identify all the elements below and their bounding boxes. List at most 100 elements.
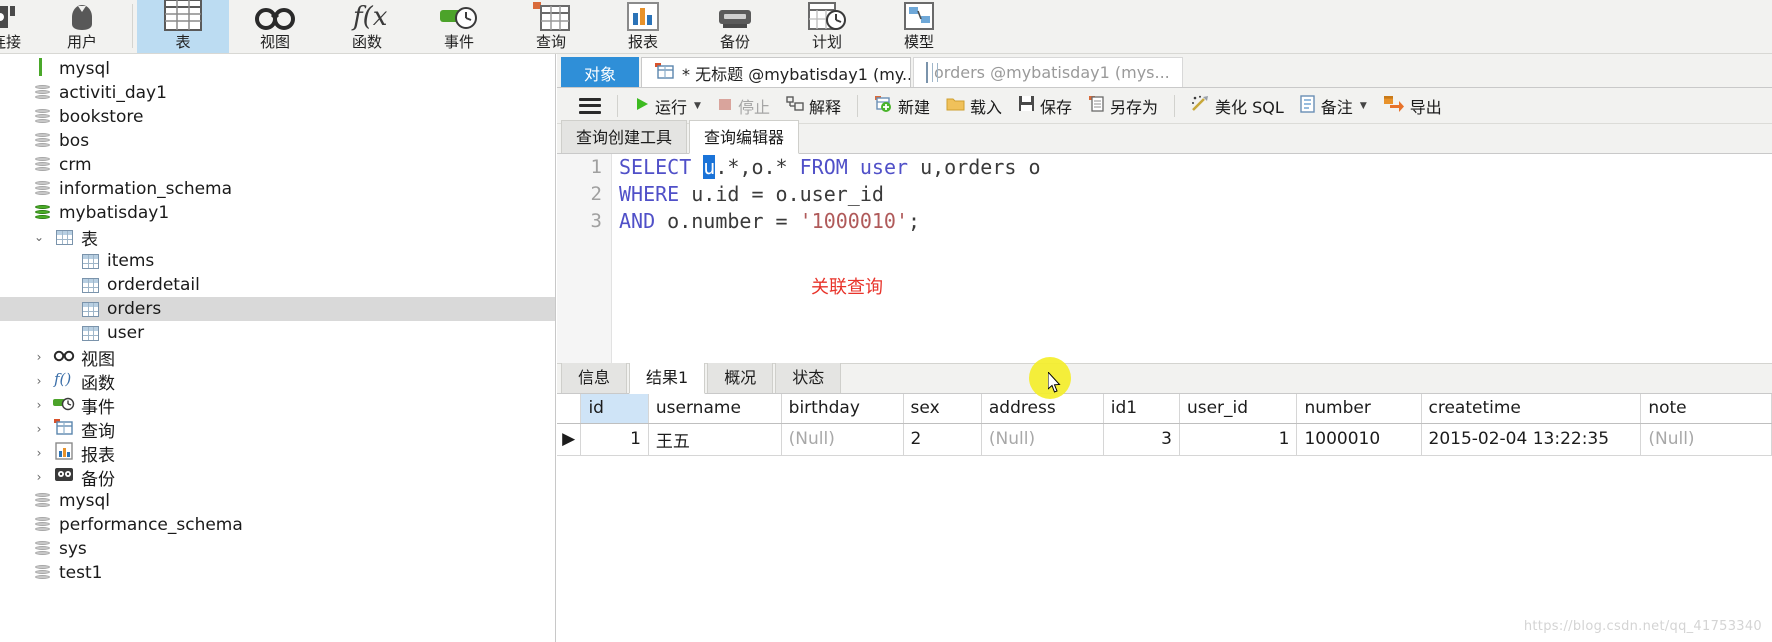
table-row[interactable]: ▶ 1 王五 (Null) 2 (Null) 3 1 1000010 2015-02-04 13:… [557,423,1772,456]
document-tab-strip[interactable]: 对象 * 无标题 @mybatisday1 (my... orders @mybat… [557,54,1772,88]
save-as-button[interactable]: 另存为 [1080,91,1166,121]
chevron-down-icon[interactable]: ▼ [1360,101,1367,111]
result-tab-2[interactable]: 结果1 [629,360,706,394]
run-button[interactable]: 运行 ▼ [626,91,709,121]
chevron-right-icon[interactable]: › [26,422,52,436]
ribbon-button-report[interactable]: 报表 [597,0,689,53]
document-tab-1[interactable]: 对象 [561,57,640,87]
chevron-right-icon[interactable]: › [26,470,52,484]
column-header-address[interactable]: address [981,394,1104,424]
note-button[interactable]: 备注 ▼ [1292,91,1375,121]
cell-id[interactable]: 1 [580,423,649,456]
document-tab-3[interactable]: orders @mybatisday1 (mys... [913,57,1183,87]
ribbon-button-backup[interactable]: 备份 [689,0,781,53]
chevron-right-icon[interactable]: › [26,350,52,364]
save-button[interactable]: 保存 [1010,91,1080,121]
cell-user_id[interactable]: 1 [1179,423,1298,456]
tree-node-test1[interactable]: test1 [0,561,555,585]
tree-node-information_schema[interactable]: information_schema [0,177,555,201]
chevron-right-icon[interactable]: › [26,398,52,412]
sql-editor[interactable]: 123 SELECT u.*,o.* FROM user u,orders oW… [557,154,1772,363]
code-line[interactable]: WHERE u.id = o.user_id [619,181,1772,208]
query-mode-tabs[interactable]: 查询创建工具 查询编辑器 [557,120,1772,154]
cell-number[interactable]: 1000010 [1296,423,1422,456]
new-button[interactable]: 新建 [866,91,938,121]
result-tab-3[interactable]: 概况 [707,360,774,393]
column-header-sex[interactable]: sex [903,394,982,424]
column-header-id1[interactable]: id1 [1103,394,1180,424]
column-header-number[interactable]: number [1296,394,1422,424]
ribbon-button-schedule[interactable]: 计划 [781,0,873,53]
column-header-id[interactable]: id [580,394,649,424]
ribbon-label: 报表 [627,33,658,51]
cell-address[interactable]: (Null) [981,423,1104,456]
tree-node-[interactable]: › 报表 [0,441,555,466]
tree-node-mysql[interactable]: mysql [0,489,555,513]
ribbon-button-view[interactable]: 视图 [229,0,321,53]
ribbon-button-user[interactable]: 用户 [36,0,128,53]
export-button[interactable]: 导出 [1375,91,1450,121]
tree-node-orders[interactable]: orders [0,297,555,321]
cell-note[interactable]: (Null) [1640,423,1772,456]
result-tab-4[interactable]: 状态 [775,360,842,393]
tree-node-[interactable]: › 视图 [0,345,555,370]
tree-node-user[interactable]: user [0,321,555,345]
sql-code-area[interactable]: SELECT u.*,o.* FROM user u,orders o WHERE… [619,154,1772,363]
tree-node-activiti_day1[interactable]: activiti_day1 [0,81,555,105]
tree-node-[interactable]: › 查询 [0,417,555,442]
column-header-birthday[interactable]: birthday [781,394,904,424]
column-header-user_id[interactable]: user_id [1179,394,1298,424]
column-header-note[interactable]: note [1640,394,1772,424]
tree-node-bookstore[interactable]: bookstore [0,105,555,129]
explain-button[interactable]: 解释 [778,91,849,121]
tree-node-orderdetail[interactable]: orderdetail [0,273,555,297]
cell-id1[interactable]: 3 [1103,423,1180,456]
column-header-username[interactable]: username [648,394,782,424]
result-tab-strip[interactable]: 信息 结果1 概况 状态 [557,360,1772,394]
tree-node-label: 报表 [81,445,115,466]
database-icon [34,132,50,150]
ribbon-button-table[interactable]: 表 [137,0,229,53]
document-tab-2[interactable]: * 无标题 @mybatisday1 (my... [641,57,912,87]
chevron-right-icon[interactable]: › [26,446,52,460]
tree-node-mybatisday1[interactable]: mybatisday1 [0,201,555,225]
tree-node-mysql[interactable]: mysql [0,57,555,81]
query-tab-1[interactable]: 查询创建工具 [561,120,688,153]
database-icon [30,516,54,534]
result-tab-1[interactable]: 信息 [561,360,628,393]
ribbon-button-event[interactable]: 事件 [413,0,505,53]
column-header-createtime[interactable]: createtime [1421,394,1642,424]
tree-node-bos[interactable]: bos [0,129,555,153]
query-toolbar[interactable]: 运行 ▼ 停止 解释 新建 载入 保存 另存为 美化 SQL 备注 ▼ 导出 [557,88,1772,124]
ribbon-button-query[interactable]: 查询 [505,0,597,53]
table-header-row: id username birthday sex address id1 user_id nu… [557,394,1772,424]
hamburger-menu-button[interactable] [571,91,609,121]
cell-birthday[interactable]: (Null) [781,423,904,456]
ribbon-button-connection[interactable]: 连接 [0,0,36,53]
ribbon-button-model[interactable]: 模型 [873,0,965,53]
tree-node-[interactable]: ⌄ 表 [0,225,555,250]
query-tab-2[interactable]: 查询编辑器 [689,120,800,154]
cell-createtime[interactable]: 2015-02-04 13:22:35 [1421,423,1642,456]
tree-node-[interactable]: › f() 函数 [0,369,555,394]
load-button[interactable]: 载入 [938,91,1010,121]
tree-node-items[interactable]: items [0,249,555,273]
tree-node-sys[interactable]: sys [0,537,555,561]
new-icon [874,95,893,116]
cell-username[interactable]: 王五 [648,423,782,456]
ribbon-button-function[interactable]: f(x) 函数 [321,0,413,53]
result-grid[interactable]: id username birthday sex address id1 user_id nu… [557,393,1772,456]
chevron-down-icon[interactable]: ⌄ [26,230,52,244]
tree-node-performance_schema[interactable]: performance_schema [0,513,555,537]
code-line[interactable]: AND o.number = '1000010'; [619,208,1772,235]
chevron-right-icon[interactable]: › [26,374,52,388]
tree-node-crm[interactable]: crm [0,153,555,177]
tree-node-[interactable]: › 备份 [0,465,555,490]
code-line[interactable]: SELECT u.*,o.* FROM user u,orders o [619,154,1772,181]
chevron-down-icon[interactable]: ▼ [694,101,701,111]
database-tree-sidebar[interactable]: mysql activiti_day1 bookstore bos crm informa… [0,54,556,642]
beautify-sql-button[interactable]: 美化 SQL [1183,91,1292,121]
tree-node-[interactable]: › 事件 [0,393,555,418]
stop-button[interactable]: 停止 [709,91,778,121]
cell-sex[interactable]: 2 [903,423,982,456]
